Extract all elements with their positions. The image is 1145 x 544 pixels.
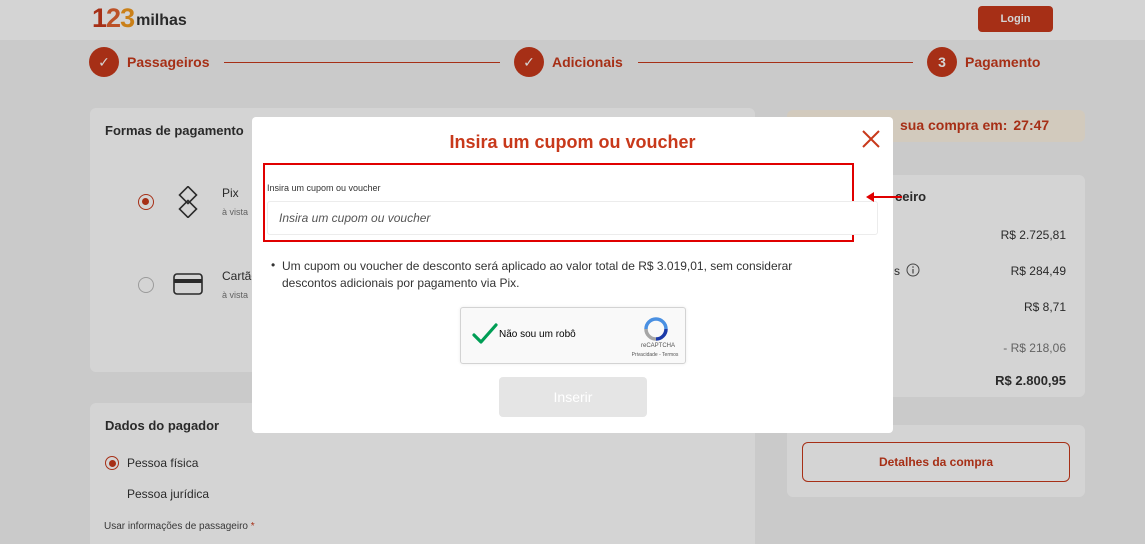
recaptcha-widget: Não sou um robô reCAPTCHA Privacidade - … [460,307,686,364]
recaptcha-links[interactable]: Privacidade - Termos [615,352,695,358]
insert-button[interactable]: Inserir [499,377,647,417]
coupon-modal: Insira um cupom ou voucher Insira um cup… [252,117,893,433]
recaptcha-label: Não sou um robô [499,329,576,340]
modal-title: Insira um cupom ou voucher [449,132,696,152]
recaptcha-brand: reCAPTCHA [640,343,675,349]
coupon-info-text: Um cupom ou voucher de desconto será apl… [282,259,793,290]
coupon-input[interactable] [267,201,878,235]
close-icon[interactable] [859,127,883,151]
coupon-field-label: Insira um cupom ou voucher [267,183,381,193]
info-bullet: • [271,258,276,272]
recaptcha-checkmark-icon[interactable] [471,320,499,348]
recaptcha-logo-icon [644,317,668,341]
annotation-arrow-icon [866,192,902,202]
